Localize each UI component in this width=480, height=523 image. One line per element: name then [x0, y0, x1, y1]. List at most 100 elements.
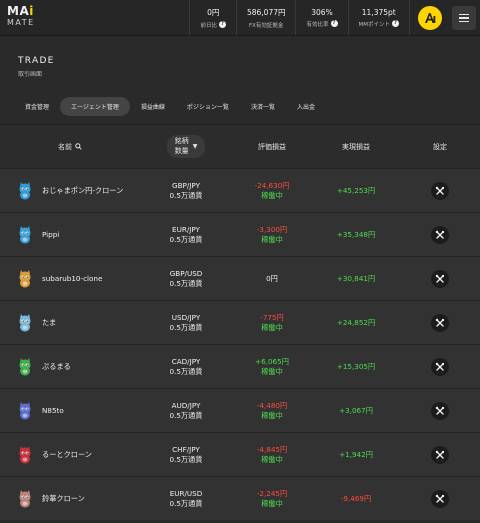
- settings-cell: [400, 313, 480, 332]
- settings-cell: [400, 445, 480, 464]
- agent-name[interactable]: N85to: [42, 406, 64, 415]
- currency-pair: EUR/USD: [169, 488, 203, 498]
- agent-pet-icon: [19, 357, 31, 375]
- agent-name-cell: たま: [0, 312, 140, 334]
- symbol-cell: GBP/USD 0.5万通貨: [140, 269, 232, 288]
- agent-pet-icon: [19, 313, 31, 331]
- realized-pnl: -9,469円: [340, 493, 372, 503]
- table-row[interactable]: Pippi EUR/JPY 0.5万通貨 -3,300円 稼働中 +35,348…: [0, 212, 480, 256]
- table-row[interactable]: たま USD/JPY 0.5万通貨 -775円 稼働中 +24,852円: [0, 300, 480, 344]
- agent-name[interactable]: Pippi: [42, 230, 59, 239]
- eval-cell: -2,245円 稼働中: [232, 489, 312, 508]
- status-badge: 稼働中: [261, 454, 283, 464]
- help-icon[interactable]: ?: [218, 21, 226, 28]
- settings-button[interactable]: [431, 225, 449, 244]
- agent-name[interactable]: 鈴華クローン: [42, 494, 85, 504]
- tab-item[interactable]: 損益曲線: [130, 97, 176, 116]
- table-row[interactable]: N85to AUD/JPY 0.5万通貨 -4,480円 稼働中 +3,067円: [0, 388, 480, 432]
- search-icon[interactable]: [75, 143, 82, 150]
- header-stat-label: MMポイント: [358, 21, 391, 28]
- ai-avatar-icon: [425, 12, 436, 23]
- settings-button[interactable]: [431, 489, 449, 508]
- settings-button[interactable]: [431, 445, 449, 464]
- help-icon[interactable]: ?: [330, 20, 338, 27]
- realized-pnl: +30,841円: [336, 273, 376, 283]
- agent-pet-icon: [19, 489, 31, 507]
- page-title: TRADE: [18, 56, 55, 66]
- header-stat: 11,375pt MMポイント?: [347, 0, 410, 35]
- header-stat: 0円 前日比?: [189, 0, 236, 35]
- help-icon[interactable]: ?: [392, 20, 399, 27]
- tab-item[interactable]: 入出金: [286, 97, 326, 116]
- settings-button[interactable]: [431, 401, 449, 420]
- tab-item[interactable]: 決済一覧: [240, 97, 286, 116]
- settings-cell: [400, 225, 480, 244]
- eval-cell: +6,065円 稼働中: [232, 357, 312, 376]
- realized-pnl: +1,942円: [339, 449, 373, 459]
- tools-icon: [435, 186, 444, 195]
- symbol-cell: USD/JPY 0.5万通貨: [140, 313, 232, 332]
- agent-name[interactable]: ぷるまる: [42, 362, 71, 372]
- currency-pair: EUR/JPY: [172, 224, 200, 234]
- agent-name[interactable]: るーとクローン: [42, 450, 92, 460]
- header-stat-label: 前日比: [200, 22, 217, 29]
- currency-pair: CHF/JPY: [172, 444, 200, 454]
- settings-button[interactable]: [431, 357, 449, 376]
- hamburger-menu-button[interactable]: [452, 6, 476, 30]
- tools-icon: [435, 318, 444, 327]
- mai-mate-logo[interactable]: MAi MATE: [0, 0, 62, 35]
- status-badge: 稼働中: [261, 366, 283, 376]
- agent-avatar: [14, 488, 36, 510]
- settings-button[interactable]: [431, 313, 449, 332]
- header-stat-value: 0円: [207, 7, 220, 17]
- realized-pnl: +45,253円: [336, 185, 376, 195]
- logo-text: MA: [7, 4, 30, 18]
- settings-button[interactable]: [431, 269, 449, 288]
- table-row[interactable]: ぷるまる CAD/JPY 0.5万通貨 +6,065円 稼働中 +15,305円: [0, 344, 480, 388]
- agent-name-cell: Pippi: [0, 224, 140, 246]
- settings-cell: [400, 489, 480, 508]
- tools-icon: [435, 362, 444, 371]
- settings-cell: [400, 269, 480, 288]
- quantity: 0.5万通貨: [169, 278, 203, 288]
- header-stat-value: 11,375pt: [361, 7, 396, 17]
- settings-button[interactable]: [431, 181, 449, 200]
- eval-pnl: -4,845円: [256, 444, 288, 454]
- header-stat-label: 有効比率: [306, 21, 329, 28]
- eval-pnl: 0円: [266, 273, 278, 283]
- agent-name-cell: おじゃまポン円-クローン: [0, 180, 140, 202]
- symbol-sort-toggle[interactable]: 銘柄 数量 ▼: [166, 135, 206, 158]
- quantity: 0.5万通貨: [169, 410, 203, 420]
- agent-name-cell: subarub10-clone: [0, 268, 140, 290]
- currency-pair: USD/JPY: [171, 312, 201, 322]
- column-eval: 評価損益: [258, 142, 286, 151]
- table-row[interactable]: subarub10-clone GBP/USD 0.5万通貨 0円 +30,84…: [0, 256, 480, 300]
- logo-accent: i: [29, 4, 34, 18]
- avatar[interactable]: [418, 5, 442, 30]
- tools-icon: [435, 494, 444, 503]
- column-name[interactable]: 名前: [0, 142, 140, 152]
- quantity: 0.5万通貨: [169, 322, 203, 332]
- tab-item[interactable]: ポジション一覧: [176, 97, 240, 116]
- agent-avatar: [14, 400, 36, 422]
- top-bar: MAi MATE 0円 前日比? 586,077円 FX有効証拠金 306% 有効比…: [0, 0, 480, 36]
- eval-cell: 0円: [232, 274, 312, 284]
- tab-item[interactable]: 資金管理: [14, 97, 60, 116]
- table-row[interactable]: るーとクローン CHF/JPY 0.5万通貨 -4,845円 稼働中 +1,94…: [0, 432, 480, 476]
- status-badge: 稼働中: [261, 498, 283, 508]
- tab-bar: 資金管理 エージェント管理 損益曲線 ポジション一覧 決済一覧 入出金: [14, 97, 480, 116]
- agent-name[interactable]: たま: [42, 318, 56, 328]
- chevron-down-icon: ▼: [192, 142, 198, 150]
- status-badge: 稼働中: [261, 234, 283, 244]
- tab-item[interactable]: エージェント管理: [60, 97, 130, 116]
- agent-name[interactable]: おじゃまポン円-クローン: [42, 186, 123, 196]
- agent-pet-icon: [19, 269, 31, 287]
- eval-cell: -24,630円 稼働中: [232, 181, 312, 200]
- eval-pnl: -3,300円: [256, 224, 288, 234]
- realized-pnl: +35,348円: [336, 229, 376, 239]
- table-row[interactable]: 鈴華クローン EUR/USD 0.5万通貨 -2,245円 稼働中 -9,469…: [0, 476, 480, 520]
- agent-name[interactable]: subarub10-clone: [42, 274, 102, 283]
- column-name-label: 名前: [58, 142, 72, 151]
- settings-cell: [400, 181, 480, 200]
- table-row[interactable]: おじゃまポン円-クローン GBP/JPY 0.5万通貨 -24,630円 稼働中…: [0, 168, 480, 212]
